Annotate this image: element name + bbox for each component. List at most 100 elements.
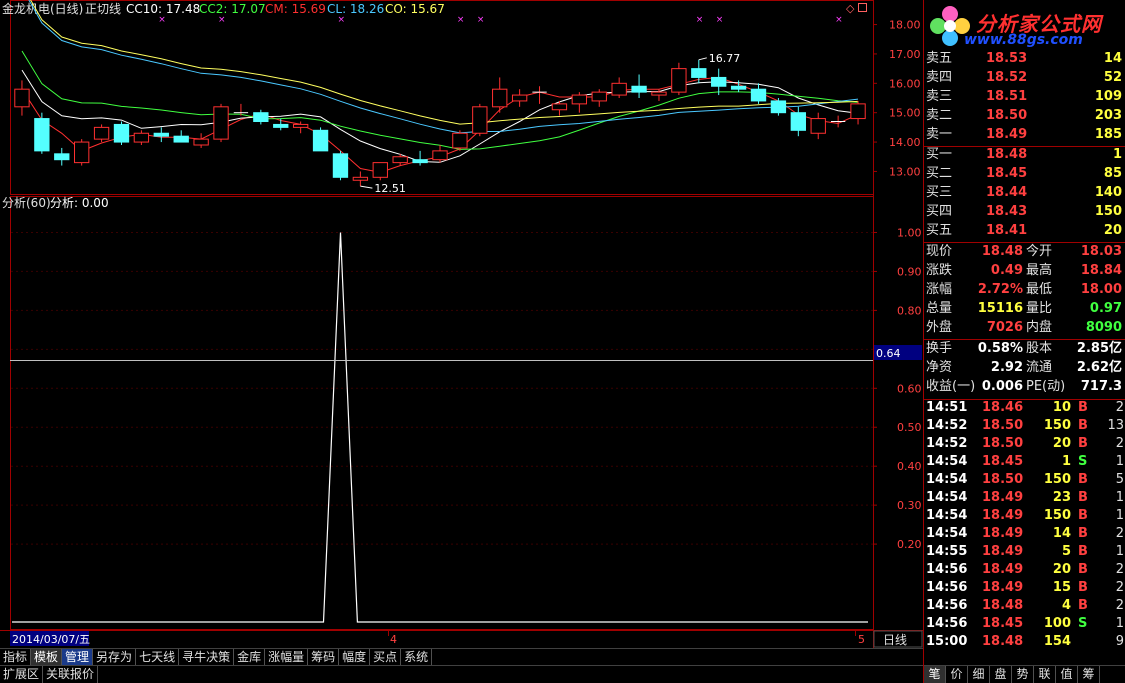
status-related-quotes[interactable]: 关联报价 [43, 666, 99, 683]
low-annotation-label: 12.51 [374, 182, 406, 195]
candle-body [113, 123, 130, 143]
tick-direction: S [1078, 454, 1088, 469]
ask-row: 卖二 18.50 203 [924, 106, 1125, 125]
candle-body [213, 106, 229, 140]
ma-line [28, 0, 859, 134]
tick-volume: 150 [1043, 472, 1071, 487]
tick-time: 14:54 [926, 508, 968, 523]
tab-detail[interactable]: 细 [968, 666, 990, 683]
fundamental-row: 换手 0.58% 股本 2.85亿 [924, 339, 1125, 358]
quote-label: 总量 [926, 301, 953, 316]
kline-chart[interactable]: 金龙机电(日线) 正切线 CC10: 17.48 CC2: 17.07 CM: … [0, 0, 923, 663]
quote-row: 涨跌 0.49 最高 18.84 [924, 261, 1125, 280]
tick-row: 14:54 18.45 1 S 1 [924, 453, 1125, 471]
tick-time: 14:56 [926, 562, 968, 577]
signal-marker: × [218, 15, 226, 25]
tab-value[interactable]: 值 [1056, 666, 1078, 683]
tick-row: 14:52 18.50 150 B 13 [924, 417, 1125, 435]
candle-body [93, 126, 110, 140]
toolbar-manage[interactable]: 管理 [62, 649, 94, 665]
main-chart-border [10, 0, 874, 195]
ask-row: 卖一 18.49 185 [924, 125, 1125, 144]
tab-trades[interactable]: 笔 [924, 666, 946, 683]
toolbar-chips[interactable]: 筹码 [308, 649, 340, 665]
y-tick-label: 17.00 [889, 48, 921, 61]
tick-count: 1 [1115, 454, 1124, 469]
signal-marker: × [477, 15, 485, 25]
fundamental-row: 净资 2.92 流通 2.62亿 [924, 358, 1125, 377]
tick-volume: 4 [1061, 598, 1071, 613]
toolbar-buy-point[interactable]: 买点 [370, 649, 402, 665]
tick-direction: B [1078, 598, 1088, 613]
fundamental-row: 收益(一) 0.006 PE(动) 717.3 [924, 377, 1125, 396]
tab-trend[interactable]: 势 [1012, 666, 1034, 683]
candle-body [14, 88, 30, 108]
candle-body [412, 159, 428, 164]
toolbar-seven-day-line[interactable]: 七天线 [136, 649, 180, 665]
diamond-icon[interactable]: ◇ [846, 2, 855, 15]
toolbar-bull-decision[interactable]: 寻牛决策 [179, 649, 235, 665]
tick-volume: 23 [1052, 490, 1071, 505]
tick-count: 2 [1115, 580, 1124, 595]
toolbar-rise-volume[interactable]: 涨幅量 [265, 649, 309, 665]
chart-frame[interactable]: 金龙机电(日线) 正切线 CC10: 17.48 CC2: 17.07 CM: … [0, 0, 923, 663]
tick-volume: 20 [1052, 436, 1071, 451]
y-tick-label: 13.00 [889, 165, 921, 178]
level-price: 18.41 [986, 223, 1028, 238]
quote-value: 0.97 [1089, 301, 1122, 316]
quote-value: 15116 [977, 301, 1023, 316]
candle-body [193, 138, 209, 146]
quote-label: 内盘 [1026, 320, 1053, 335]
panel-tabs: 笔 价 细 盘 势 联 值 筹 [924, 665, 1125, 683]
tick-time: 14:54 [926, 526, 968, 541]
period-label[interactable]: 日线 [883, 633, 907, 647]
tick-count: 5 [1115, 472, 1124, 487]
toolbar-system[interactable]: 系统 [401, 649, 433, 665]
tick-count: 9 [1115, 634, 1124, 649]
tab-price[interactable]: 价 [946, 666, 968, 683]
tick-volume: 20 [1052, 562, 1071, 577]
tick-price: 18.45 [982, 616, 1024, 631]
status-extension-area[interactable]: 扩展区 [0, 666, 44, 683]
fundamental-label: PE(动) [1026, 379, 1066, 394]
tick-time: 14:56 [926, 598, 968, 613]
signal-marker: × [716, 15, 724, 25]
ask-row: 卖三 18.51 109 [924, 87, 1125, 106]
y-tick-label: 14.00 [889, 136, 921, 149]
tab-chips[interactable]: 筹 [1078, 666, 1100, 683]
tick-row: 14:56 18.49 20 B 2 [924, 561, 1125, 579]
sub-y-tick-label: 0.80 [897, 304, 922, 317]
level-price: 18.53 [986, 51, 1028, 66]
toolbar-amplitude[interactable]: 幅度 [339, 649, 371, 665]
candle-body [153, 132, 169, 137]
signal-marker: × [835, 15, 843, 25]
sub-y-tick-label: 1.00 [897, 226, 922, 239]
level-label: 卖一 [926, 127, 953, 142]
logo-url-text: www.88gs.com [964, 32, 1083, 48]
tick-time: 14:52 [926, 418, 968, 433]
sub-y-tick-label: 0.30 [897, 499, 922, 512]
quote-value: 8090 [1085, 320, 1122, 335]
tick-row: 14:54 18.49 23 B 1 [924, 489, 1125, 507]
tick-volume: 14 [1052, 526, 1071, 541]
restore-icon[interactable] [858, 3, 867, 12]
quote-label: 最低 [1026, 282, 1053, 297]
tab-linked[interactable]: 联 [1034, 666, 1056, 683]
quote-label: 外盘 [926, 320, 953, 335]
tick-time: 14:55 [926, 544, 968, 559]
signal-marker: × [696, 15, 704, 25]
toolbar-template[interactable]: 模板 [31, 649, 63, 665]
toolbar-save-as[interactable]: 另存为 [93, 649, 137, 665]
tick-direction: B [1078, 508, 1088, 523]
fundamental-value: 2.85亿 [1076, 341, 1122, 356]
toolbar-indicator[interactable]: 指标 [0, 649, 32, 665]
tick-price: 18.49 [982, 508, 1024, 523]
tick-count: 2 [1115, 436, 1124, 451]
tab-book[interactable]: 盘 [990, 666, 1012, 683]
tick-time: 14:54 [926, 490, 968, 505]
fundamental-label: 收益(一) [926, 379, 976, 394]
tick-direction: S [1078, 616, 1088, 631]
toolbar-vault[interactable]: 金库 [234, 649, 266, 665]
candle-body [850, 103, 866, 120]
tick-time: 14:54 [926, 454, 968, 469]
